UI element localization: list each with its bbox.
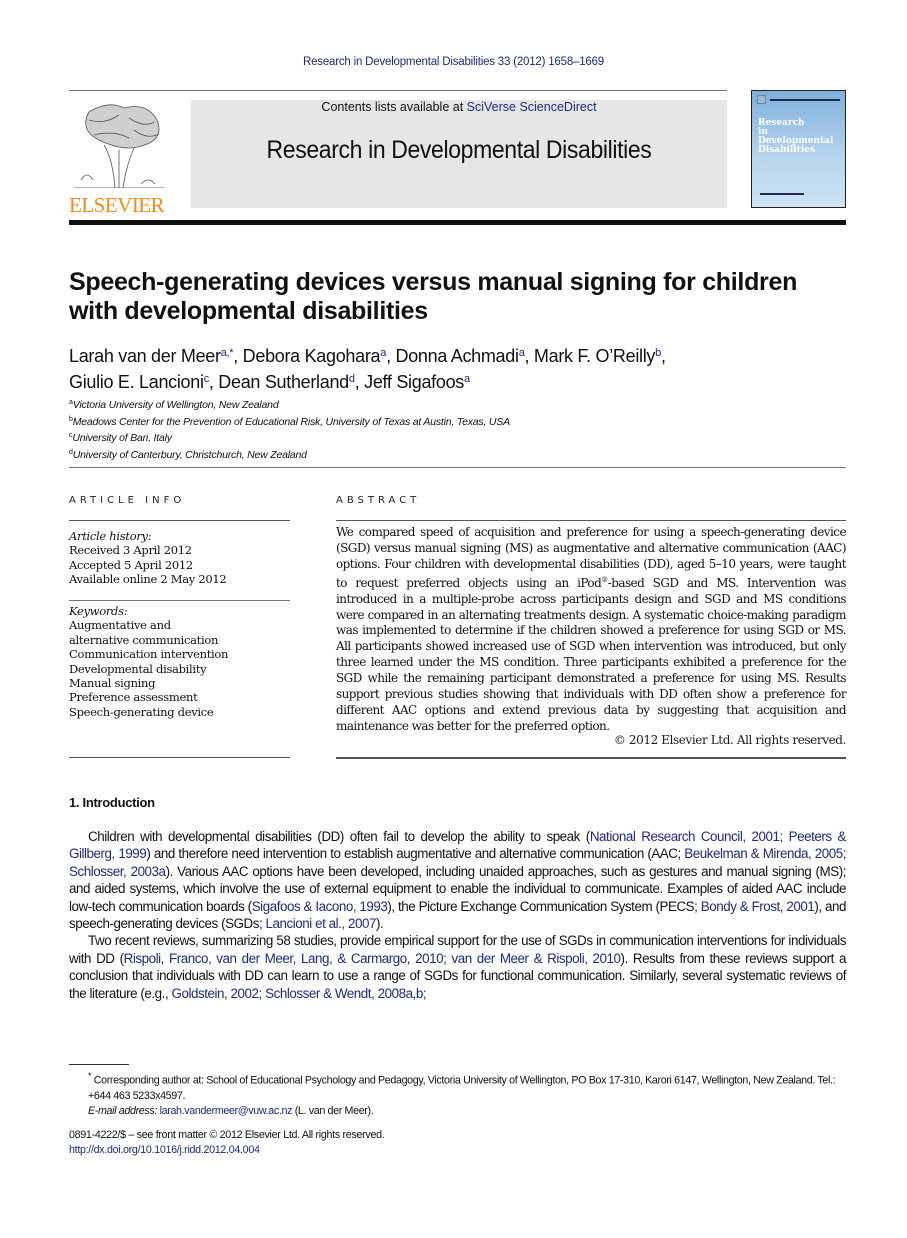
author-separator: , [524, 346, 534, 366]
affiliation-item: dUniversity of Canterbury, Christchurch,… [69, 446, 510, 463]
author-name: Dean Sutherland [218, 372, 349, 392]
article-info-heading: ARTICLE INFO [69, 495, 186, 506]
sciencedirect-link[interactable]: SciVerse ScienceDirect [467, 100, 597, 114]
affiliation-item: cUniversity of Bari, Italy [69, 429, 510, 446]
author-separator: , [386, 346, 396, 366]
masthead-divider [69, 220, 846, 225]
affiliation-item: aVictoria University of Wellington, New … [69, 396, 510, 413]
article-info-rule [69, 520, 290, 521]
introduction-body: Children with developmental disabilities… [69, 828, 846, 1002]
affiliation-marker[interactable]: a [464, 373, 470, 385]
citation-link[interactable]: Rispoli, Franco, van der Meer, Lang, & C… [124, 951, 621, 966]
abstract-heading: ABSTRACT [336, 495, 421, 506]
body-paragraph: Two recent reviews, summarizing 58 studi… [69, 932, 846, 1002]
cover-title: Research in Developmental Disabilities [758, 119, 833, 155]
abstract-text: We compared speed of acquisition and pre… [336, 525, 847, 735]
abstract-rule [336, 757, 846, 759]
author-name: Mark F. O’Reilly [533, 346, 656, 366]
keyword-item: Preference assessment [69, 690, 198, 705]
history-item: Received 3 April 2012 [69, 543, 192, 558]
journal-title: Research in Developmental Disabilities [266, 136, 652, 164]
body-text-run: ). [375, 916, 384, 932]
article-title: Speech-generating devices versus manual … [69, 268, 798, 325]
contents-prefix: Contents lists available at [321, 100, 467, 114]
affiliation-list: aVictoria University of Wellington, New … [69, 396, 510, 462]
issn-line: 0891-4222/$ – see front matter © 2012 El… [69, 1129, 385, 1141]
keyword-item: Augmentative and alternative communicati… [69, 618, 219, 647]
elsevier-wordmark: ELSEVIER [69, 193, 165, 217]
article-info-rule [69, 757, 290, 758]
elsevier-tree-icon [74, 104, 164, 189]
body-text-run: ) and therefore need intervention to est… [146, 846, 685, 862]
author-name: Debora Kagohara [242, 346, 381, 366]
article-info-rule [69, 600, 290, 601]
author-name: Giulio E. Lancioni [69, 372, 204, 392]
abstract-copyright: © 2012 Elsevier Ltd. All rights reserved… [613, 733, 847, 747]
cover-rule [760, 193, 804, 195]
abstract-rule [336, 520, 846, 521]
affiliation-text: Victoria University of Wellington, New Z… [72, 399, 279, 411]
author-name: Jeff Sigafoos [364, 372, 464, 392]
footnote: * Corresponding author at: School of Edu… [69, 1069, 846, 1119]
body-paragraph: Children with developmental disabilities… [69, 828, 846, 932]
affiliation-text: University of Bari, Italy [72, 432, 172, 444]
citation-link[interactable]: Bondy & Frost, 2001 [701, 899, 815, 914]
elsevier-logo[interactable]: ELSEVIER [69, 100, 169, 216]
cover-logo-icon [757, 95, 766, 104]
author-line: Giulio E. Lancionic, Dean Sutherlandd, J… [69, 368, 849, 394]
front-matter: 0891-4222/$ – see front matter © 2012 El… [69, 1128, 385, 1158]
corresponding-author-note: * Corresponding author at: School of Edu… [69, 1069, 846, 1104]
journal-cover-thumbnail[interactable]: Research in Developmental Disabilities [751, 90, 846, 208]
cover-rule [770, 99, 840, 101]
author-name: Donna Achmadi [395, 346, 519, 366]
author-separator: , [660, 346, 666, 366]
abstract-part: -based SGD and MS. Intervention was intr… [336, 575, 847, 733]
journal-reference-link[interactable]: Research in Developmental Disabilities 3… [0, 56, 907, 68]
contents-line: Contents lists available at SciVerse Sci… [191, 100, 727, 114]
cover-title-line: Disabilities [758, 145, 816, 155]
history-item: Available online 2 May 2012 [69, 572, 227, 587]
history-label: Article history: [69, 529, 152, 543]
body-text-run: ), the Picture Exchange Communication Sy… [387, 898, 701, 914]
author-separator: , [354, 372, 365, 392]
introduction-heading: 1. Introduction [69, 795, 155, 810]
author-list: Larah van der Meera,*, Debora Kagohara a,… [69, 342, 849, 394]
footnote-marker: * [88, 1071, 92, 1081]
affiliation-text: Meadows Center for the Prevention of Edu… [72, 415, 510, 428]
corresponding-author-text: Corresponding author at: School of Educa… [88, 1074, 836, 1102]
keywords: Keywords: Augmentative and alternative c… [69, 604, 290, 719]
author-line: Larah van der Meera,*, Debora Kagoharaa,… [69, 342, 849, 368]
email-line: E-mail address: larah.vandermeer@vuw.ac.… [69, 1104, 846, 1119]
citation-link[interactable]: Sigafoos & Iacono, 1993 [252, 899, 388, 914]
body-text-run: Children with developmental disabilities… [88, 829, 590, 844]
email-link[interactable]: larah.vandermeer@vuw.ac.nz [160, 1105, 293, 1117]
affiliation-text: University of Canterbury, Christchurch, … [72, 448, 307, 461]
affiliation-marker[interactable]: a,* [221, 347, 234, 359]
keyword-item: Communication intervention [69, 647, 229, 662]
header-rule [69, 90, 727, 91]
affiliation-item: bMeadows Center for the Prevention of Ed… [69, 413, 510, 430]
citation-link[interactable]: Goldstein, 2002; Schlosser & Wendt, 2008… [172, 986, 427, 1001]
cover-title-line: Research [758, 118, 805, 128]
keywords-label: Keywords: [69, 604, 128, 618]
footnote-rule [69, 1064, 129, 1065]
doi-link[interactable]: http://dx.doi.org/10.1016/j.ridd.2012.04… [69, 1144, 260, 1156]
email-label: E-mail address: [88, 1104, 157, 1117]
article-history: Article history: Received 3 April 2012 A… [69, 529, 290, 587]
keyword-item: Manual signing [69, 676, 156, 691]
history-item: Accepted 5 April 2012 [69, 557, 193, 572]
email-suffix: (L. van der Meer). [292, 1104, 374, 1117]
journal-masthead: Contents lists available at SciVerse Sci… [191, 100, 727, 208]
author-separator: , [208, 372, 219, 392]
author-name: Larah van der Meer [69, 346, 221, 366]
keyword-item: Developmental disability [69, 661, 207, 676]
affiliation-rule [69, 467, 846, 468]
citation-link[interactable]: Lancioni et al., 2007 [266, 916, 377, 931]
keyword-item: Speech-generating device [69, 704, 214, 719]
author-separator: , [233, 346, 243, 366]
